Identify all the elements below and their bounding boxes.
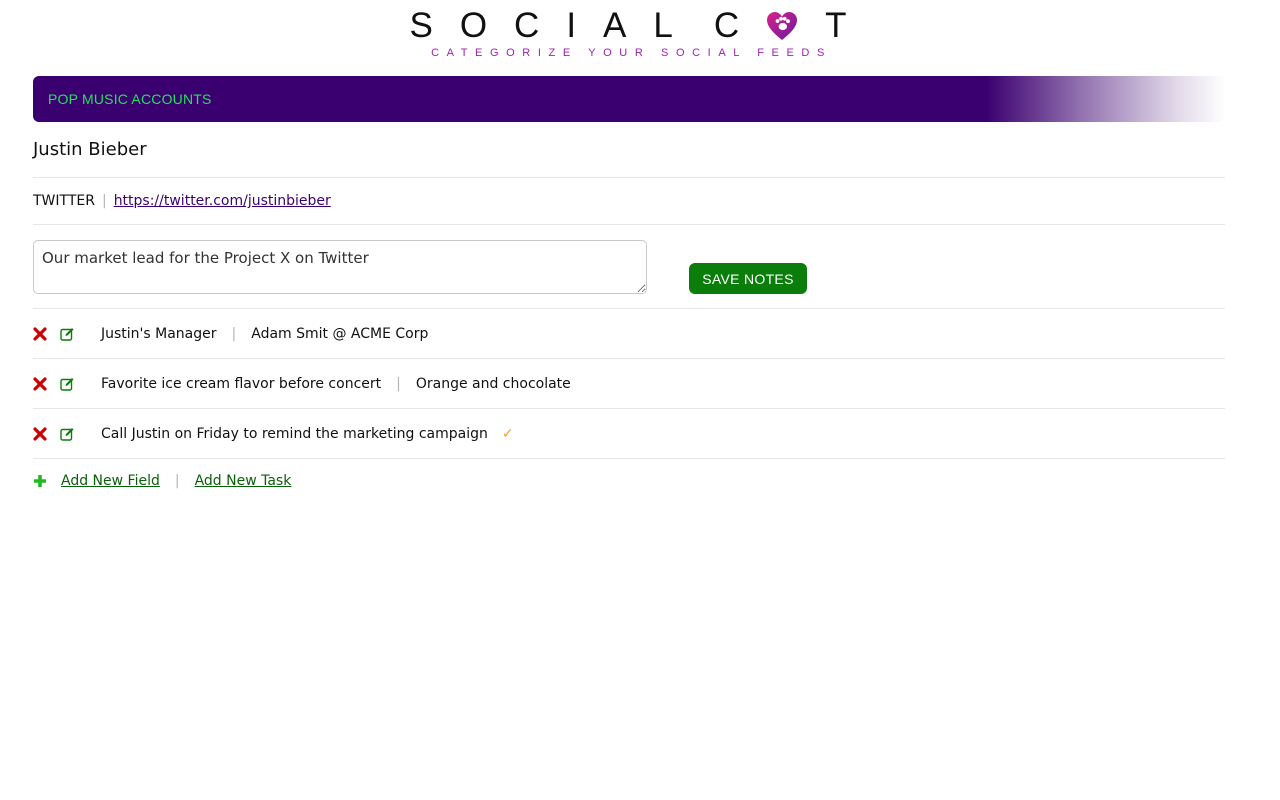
logo-tagline: CATEGORIZE YOUR SOCIAL FEEDS: [431, 47, 832, 59]
social-network-label: TWITTER: [33, 193, 95, 209]
separator: |: [174, 473, 180, 489]
plus-icon[interactable]: [33, 474, 47, 488]
social-profile-link[interactable]: https://twitter.com/justinbieber: [114, 193, 331, 209]
logo-letter-t: T: [825, 6, 874, 45]
custom-field-row: Justin's Manager | Adam Smit @ ACME Corp: [33, 309, 1225, 359]
delete-x-icon[interactable]: [33, 326, 47, 341]
account-details: Justin Bieber TWITTER | https://twitter.…: [33, 122, 1225, 503]
social-profile-row: TWITTER | https://twitter.com/justinbieb…: [33, 178, 1225, 225]
heart-paw-icon: [767, 12, 798, 40]
logo[interactable]: SOCIAL C T CATEGORIZE YOUR SOCIAL FEEDS: [0, 8, 1256, 60]
logo-word-social: SOCIAL: [409, 6, 700, 45]
logo-wordmark: SOCIAL C T: [409, 8, 873, 44]
task-text: Call Justin on Friday to remind the mark…: [101, 425, 488, 442]
field-separator: |: [231, 325, 237, 342]
field-key: Justin's Manager: [101, 325, 217, 342]
custom-field-row: Favorite ice cream flavor before concert…: [33, 359, 1225, 409]
notes-textarea[interactable]: [33, 240, 647, 294]
add-new-task-link[interactable]: Add New Task: [195, 473, 292, 489]
field-key: Favorite ice cream flavor before concert: [101, 375, 382, 392]
delete-x-icon[interactable]: [33, 426, 47, 441]
edit-pencil-icon[interactable]: [60, 427, 74, 441]
edit-pencil-icon[interactable]: [60, 327, 74, 341]
save-notes-button[interactable]: SAVE NOTES: [689, 263, 807, 294]
notes-row: SAVE NOTES: [33, 225, 1225, 309]
add-actions-row: Add New Field | Add New Task: [33, 459, 1225, 503]
category-title: POP MUSIC ACCOUNTS: [48, 91, 212, 107]
field-value: Adam Smit @ ACME Corp: [251, 325, 429, 342]
page: SOCIAL C T CATEGORIZE YOUR SOCIAL FEEDS P…: [0, 0, 1280, 800]
separator: |: [101, 193, 107, 209]
category-header: POP MUSIC ACCOUNTS: [33, 76, 1225, 122]
field-value: Orange and chocolate: [415, 375, 571, 392]
edit-pencil-icon[interactable]: [60, 377, 74, 391]
logo-letter-c: C: [713, 6, 767, 45]
add-new-field-link[interactable]: Add New Field: [61, 473, 160, 489]
field-separator: |: [396, 375, 401, 392]
task-row: Call Justin on Friday to remind the mark…: [33, 409, 1225, 459]
account-name: Justin Bieber: [33, 122, 1225, 178]
task-check-icon[interactable]: ✓: [502, 426, 514, 442]
delete-x-icon[interactable]: [33, 376, 47, 391]
